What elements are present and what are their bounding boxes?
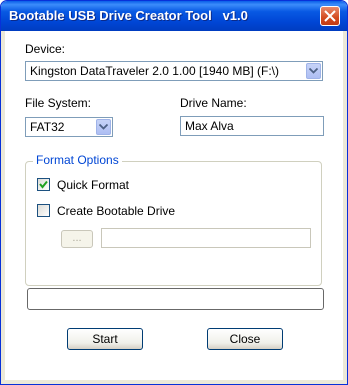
progress-bar: [27, 288, 324, 310]
file-system-select[interactable]: FAT32: [25, 117, 113, 137]
quick-format-label[interactable]: Quick Format: [57, 178, 129, 192]
file-system-value: FAT32: [30, 120, 65, 134]
device-dropdown-button[interactable]: [306, 63, 321, 79]
quick-format-checkbox[interactable]: [37, 178, 50, 191]
create-bootable-checkbox[interactable]: [37, 204, 50, 217]
chevron-down-icon: [99, 124, 108, 130]
chevron-down-icon: [309, 68, 318, 74]
close-button[interactable]: Close: [207, 328, 283, 350]
close-icon: [324, 10, 336, 22]
file-system-label: File System:: [25, 96, 92, 110]
start-button[interactable]: Start: [67, 328, 143, 350]
device-select[interactable]: Kingston DataTraveler 2.0 1.00 [1940 MB]…: [25, 61, 323, 81]
drive-name-input[interactable]: Max Alva: [180, 116, 324, 136]
dialog-body: Device: Kingston DataTraveler 2.0 1.00 […: [5, 31, 343, 380]
drive-name-label: Drive Name:: [180, 96, 247, 110]
create-bootable-label[interactable]: Create Bootable Drive: [57, 204, 175, 218]
browse-button[interactable]: ...: [61, 230, 93, 248]
window-title: Bootable USB Drive Creator Tool v1.0: [9, 8, 248, 23]
app-window: Bootable USB Drive Creator Tool v1.0 Dev…: [0, 0, 348, 385]
format-options-title: Format Options: [33, 153, 122, 167]
device-value: Kingston DataTraveler 2.0 1.00 [1940 MB]…: [30, 64, 280, 78]
window-close-button[interactable]: [320, 6, 340, 26]
title-bar[interactable]: Bootable USB Drive Creator Tool v1.0: [1, 1, 347, 31]
device-label: Device:: [25, 42, 66, 56]
checkmark-icon: [39, 180, 48, 189]
drive-name-value: Max Alva: [185, 119, 234, 133]
bootable-path-input[interactable]: [101, 228, 311, 248]
file-system-dropdown-button[interactable]: [96, 119, 111, 135]
